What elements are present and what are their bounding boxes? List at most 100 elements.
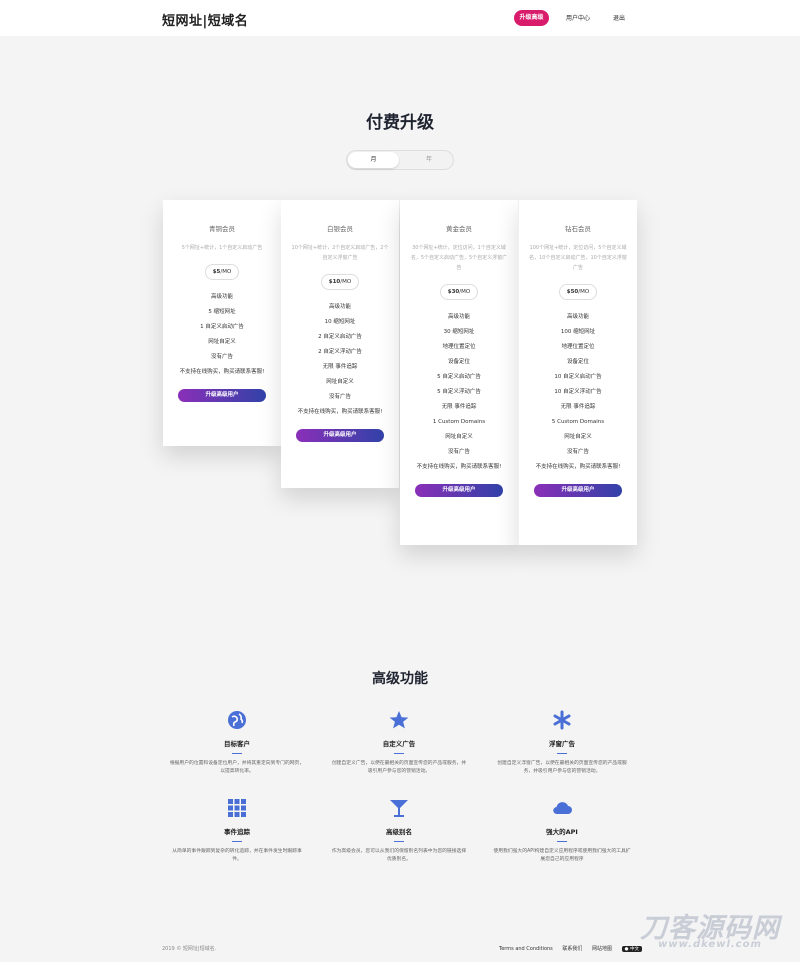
plan-name: 黄金会员 bbox=[446, 225, 472, 233]
plan-feature: 不支持在线购买，购买请联系客服! bbox=[535, 464, 621, 470]
plan-feature: 高级功能 bbox=[210, 294, 233, 300]
plan-description: 10个网址+统计，2个自定义启动广告，2个自定义浮窗广告 bbox=[291, 245, 389, 261]
footer-links: Terms and Conditions 联系我们 网站地图 ● 中文 bbox=[499, 945, 650, 952]
site-logo[interactable]: 短网址|短域名 bbox=[162, 10, 248, 29]
plan-feature: 100 缩短网址 bbox=[560, 329, 596, 335]
plan-feature: 不支持在线购买，购买请联系客服! bbox=[179, 369, 265, 375]
pricing-card: 青铜会员 5个网址+统计，1个自定义启动广告 $5/MO 高级功能 5 缩短网址 1… bbox=[163, 200, 281, 446]
plan-price: $50/MO bbox=[558, 284, 598, 300]
plan-feature: 网址自定义 bbox=[445, 434, 473, 440]
plan-feature: 没有广告 bbox=[210, 354, 233, 360]
top-navbar: 短网址|短域名 升级高级 用户中心 退出 bbox=[0, 0, 800, 36]
feature-divider bbox=[557, 841, 567, 842]
plan-price-amount: $50 bbox=[566, 289, 579, 295]
globe-icon bbox=[162, 709, 312, 731]
plan-upgrade-button[interactable]: 升级高级用户 bbox=[178, 389, 266, 402]
plan-feature: 5 自定义启动广告 bbox=[437, 374, 481, 380]
plan-price: $30/MO bbox=[439, 284, 479, 300]
feature-item: 目标客户 根据用户的位置和设备定位用户，并将其重定向到专门的网页，以提高转化率。 bbox=[162, 709, 312, 776]
plan-feature: 1 Custom Domains bbox=[432, 419, 486, 425]
pricing-title: 付费升级 bbox=[366, 113, 434, 133]
plan-feature: 没有广告 bbox=[447, 449, 470, 455]
plan-upgrade-button[interactable]: 升级高级用户 bbox=[534, 484, 622, 497]
feature-title: 强大的API bbox=[546, 828, 578, 836]
features-title: 高级功能 bbox=[372, 671, 428, 687]
feature-description: 创建自定义广告，以便在最相关的页面宣传您的产品或服务，并吸引用户参与您的营销活动… bbox=[331, 761, 467, 774]
feature-description: 从简单的事件跟踪到复杂的转化追踪，并在事件发生时跟踪事件。 bbox=[172, 849, 302, 862]
feature-divider bbox=[394, 753, 404, 754]
plan-price: $10/MO bbox=[320, 274, 360, 290]
plan-feature: 不支持在线购买，购买请联系客服! bbox=[416, 464, 502, 470]
footer-terms-link[interactable]: Terms and Conditions bbox=[499, 946, 553, 952]
plan-feature: 无限 事件追踪 bbox=[322, 364, 358, 370]
feature-description: 创建自定义浮窗广告，以便在最相关的页面宣传您的产品或服务，并吸引用户参与您的营销… bbox=[497, 761, 627, 774]
feature-divider bbox=[232, 841, 242, 842]
footer-contact-link[interactable]: 联系我们 bbox=[562, 946, 582, 952]
plan-feature: 无限 事件追踪 bbox=[441, 404, 477, 410]
plan-feature: 1 自定义启动广告 bbox=[200, 324, 244, 330]
plan-feature: 网址自定义 bbox=[564, 434, 592, 440]
plan-name: 钻石会员 bbox=[565, 225, 591, 233]
asterisk-icon bbox=[487, 709, 637, 731]
plan-description: 30个网址+统计，定位访问，1个自定义域名，5个自定义启动广告，5个自定义浮窗广… bbox=[410, 245, 508, 271]
feature-description: 使用我们强大的API构建自定义应用程序或使用我们强大的工具扩展您自己的应用程序 bbox=[493, 849, 631, 862]
feature-title: 高级别名 bbox=[386, 828, 412, 836]
plan-feature: 5 Custom Domains bbox=[551, 419, 605, 425]
plan-feature: 高级功能 bbox=[328, 304, 351, 310]
feature-title: 目标客户 bbox=[224, 740, 250, 748]
plan-feature: 没有广告 bbox=[566, 449, 589, 455]
plan-feature: 设备定位 bbox=[566, 359, 589, 365]
feature-item: 事件追踪 从简单的事件跟踪到复杂的转化追踪，并在事件发生时跟踪事件。 bbox=[162, 797, 312, 864]
nav-logout-link[interactable]: 退出 bbox=[613, 13, 625, 22]
plan-price-amount: $30 bbox=[447, 289, 460, 295]
toggle-month-option[interactable]: 月 bbox=[348, 152, 399, 168]
feature-title: 事件追踪 bbox=[224, 828, 250, 836]
grid-icon bbox=[162, 797, 312, 819]
plan-feature-list: 高级功能 100 缩短网址 地理位置定位 设备定位 10 自定义启动广告 10 自定义浮动… bbox=[519, 310, 637, 475]
cloud-icon bbox=[487, 797, 637, 819]
plan-description: 5个网址+统计，1个自定义启动广告 bbox=[181, 245, 263, 251]
footer-sitemap-link[interactable]: 网站地图 bbox=[592, 946, 612, 952]
plan-price: $5/MO bbox=[204, 264, 240, 280]
plan-feature: 不支持在线购买，购买请联系客服! bbox=[297, 409, 383, 415]
feature-item: 强大的API 使用我们强大的API构建自定义应用程序或使用我们强大的工具扩展您自… bbox=[487, 797, 637, 864]
footer-copyright: 2019 © 短网址|短域名. bbox=[162, 946, 217, 952]
pricing-card: 白银会员 10个网址+统计，2个自定义启动广告，2个自定义浮窗广告 $10/MO… bbox=[281, 200, 399, 488]
toggle-year-option[interactable]: 年 bbox=[407, 152, 451, 168]
nav-user-center-link[interactable]: 用户中心 bbox=[566, 13, 590, 22]
watermark: 刀客源码网 www.dkewl.com bbox=[630, 906, 790, 950]
plan-description: 100个网址+统计，定位访问，5个自定义域名，10个自定义启动广告，10个自定义… bbox=[529, 245, 627, 271]
feature-description: 根据用户的位置和设备定位用户，并将其重定向到专门的网页，以提高转化率。 bbox=[169, 761, 305, 774]
feature-title: 自定义广告 bbox=[382, 740, 416, 748]
pricing-card: 黄金会员 30个网址+统计，定位访问，1个自定义域名，5个自定义启动广告，5个自… bbox=[400, 200, 518, 545]
plan-feature-list: 高级功能 30 缩短网址 地理位置定位 设备定位 5 自定义启动广告 5 自定义浮动广告无… bbox=[400, 310, 518, 475]
plan-price-amount: $10 bbox=[328, 279, 341, 285]
feature-item: 自定义广告 创建自定义广告，以便在最相关的页面宣传您的产品或服务，并吸引用户参与… bbox=[324, 709, 474, 776]
star-icon bbox=[324, 709, 474, 731]
plan-feature: 30 缩短网址 bbox=[443, 329, 475, 335]
plan-feature: 5 缩短网址 bbox=[208, 309, 236, 315]
plan-feature: 网址自定义 bbox=[208, 339, 236, 345]
plan-price-period: /MO bbox=[220, 269, 232, 275]
plan-feature: 无限 事件追踪 bbox=[560, 404, 596, 410]
billing-period-toggle[interactable]: 月 年 bbox=[346, 150, 454, 170]
plan-feature: 10 自定义浮动广告 bbox=[554, 389, 602, 395]
plan-upgrade-button[interactable]: 升级高级用户 bbox=[296, 429, 384, 442]
cocktail-icon bbox=[324, 797, 474, 819]
feature-divider bbox=[557, 753, 567, 754]
plan-feature: 10 自定义启动广告 bbox=[554, 374, 602, 380]
plan-feature: 高级功能 bbox=[566, 314, 589, 320]
plan-feature-list: 高级功能 10 缩短网址 2 自定义启动广告 2 自定义浮动广告 无限 事件追踪 网址自定… bbox=[281, 300, 399, 420]
plan-upgrade-button[interactable]: 升级高级用户 bbox=[415, 484, 503, 497]
pricing-card: 钻石会员 100个网址+统计，定位访问，5个自定义域名，10个自定义启动广告，1… bbox=[518, 200, 637, 545]
plan-feature: 高级功能 bbox=[447, 314, 470, 320]
feature-title: 浮窗广告 bbox=[549, 740, 575, 748]
feature-divider bbox=[232, 753, 242, 754]
plan-price-period: /MO bbox=[578, 289, 590, 295]
plan-feature: 2 自定义启动广告 bbox=[318, 334, 362, 340]
plan-feature: 没有广告 bbox=[328, 394, 351, 400]
plan-price-period: /MO bbox=[459, 289, 471, 295]
feature-divider bbox=[394, 841, 404, 842]
nav-upgrade-button[interactable]: 升级高级 bbox=[514, 10, 549, 26]
plan-feature: 地理位置定位 bbox=[442, 344, 476, 350]
